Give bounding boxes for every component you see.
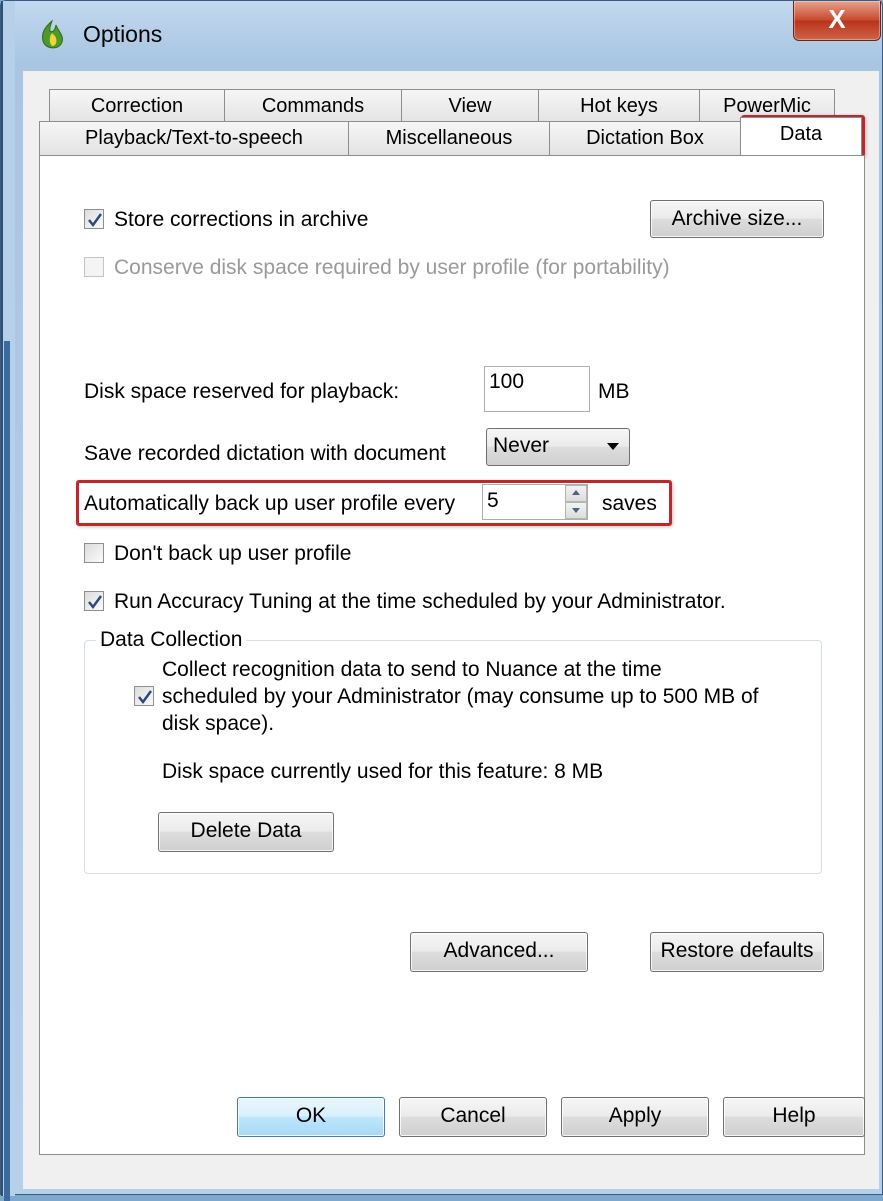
archive-size-button[interactable]: Archive size... [650, 200, 824, 238]
conserve-disk-checkbox[interactable] [84, 257, 104, 277]
tab-view[interactable]: View [401, 89, 539, 123]
help-button[interactable]: Help [723, 1097, 865, 1137]
options-window: Options X Correction Commands View Hot k… [0, 0, 883, 1201]
cancel-button[interactable]: Cancel [399, 1097, 547, 1137]
tab-correction[interactable]: Correction [49, 89, 225, 123]
close-button[interactable]: X [793, 1, 881, 41]
title-bar[interactable]: Options X [15, 1, 883, 71]
ok-button[interactable]: OK [237, 1097, 385, 1137]
checkmark-icon [88, 595, 103, 610]
auto-backup-value: 5 [487, 489, 499, 512]
checkmark-icon [88, 213, 103, 228]
conserve-disk-label: Conserve disk space required by user pro… [114, 256, 670, 279]
apply-button[interactable]: Apply [561, 1097, 709, 1137]
delete-data-button[interactable]: Delete Data [158, 812, 334, 852]
tab-miscellaneous[interactable]: Miscellaneous [348, 121, 550, 155]
data-tab-panel: Store corrections in archive Archive siz… [39, 155, 865, 1155]
spin-up-button[interactable] [565, 485, 587, 502]
store-corrections-label: Store corrections in archive [114, 208, 369, 231]
spin-down-button[interactable] [565, 502, 587, 519]
auto-backup-spinner[interactable]: 5 [482, 484, 588, 520]
chevron-down-icon [607, 443, 619, 450]
tab-hot-keys[interactable]: Hot keys [538, 89, 700, 123]
dont-backup-label: Don't back up user profile [114, 542, 352, 565]
dont-backup-checkbox[interactable] [84, 543, 104, 563]
playback-space-unit: MB [598, 380, 630, 403]
save-dictation-dropdown[interactable]: Never [486, 428, 630, 466]
accuracy-tuning-checkbox[interactable] [84, 591, 104, 611]
window-left-edge [1, 1, 15, 1201]
store-corrections-checkbox[interactable] [84, 209, 104, 229]
collect-data-line3: disk space). [162, 712, 275, 735]
auto-backup-unit: saves [602, 492, 657, 515]
playback-space-input[interactable]: 100 [484, 366, 590, 412]
frame-accent [4, 341, 10, 1201]
accuracy-tuning-label: Run Accuracy Tuning at the time schedule… [114, 590, 726, 613]
tab-playback-text-to-speech[interactable]: Playback/Text-to-speech [39, 121, 349, 155]
save-dictation-label: Save recorded dictation with document [84, 442, 446, 465]
data-collection-title: Data Collection [96, 628, 247, 652]
tab-commands[interactable]: Commands [224, 89, 402, 123]
collect-data-line1: Collect recognition data to send to Nuan… [162, 658, 662, 681]
dialog-client-area: Correction Commands View Hot keys PowerM… [23, 71, 879, 1189]
dragon-flame-icon [37, 19, 67, 53]
save-dictation-value: Never [493, 434, 550, 457]
collect-data-line2: scheduled by your Administrator (may con… [162, 685, 759, 708]
disk-usage-text: Disk space currently used for this featu… [162, 760, 604, 783]
advanced-button[interactable]: Advanced... [410, 932, 588, 972]
auto-backup-label: Automatically back up user profile every [84, 492, 456, 515]
playback-space-label: Disk space reserved for playback: [84, 380, 400, 403]
close-icon: X [828, 4, 846, 34]
restore-defaults-button[interactable]: Restore defaults [650, 932, 824, 972]
checkmark-icon [138, 690, 153, 705]
collect-data-checkbox[interactable] [134, 686, 154, 706]
spinner-arrows [565, 485, 587, 519]
tab-dictation-box[interactable]: Dictation Box [549, 121, 741, 155]
tab-data[interactable]: Data [740, 117, 862, 155]
window-title: Options [83, 21, 163, 47]
